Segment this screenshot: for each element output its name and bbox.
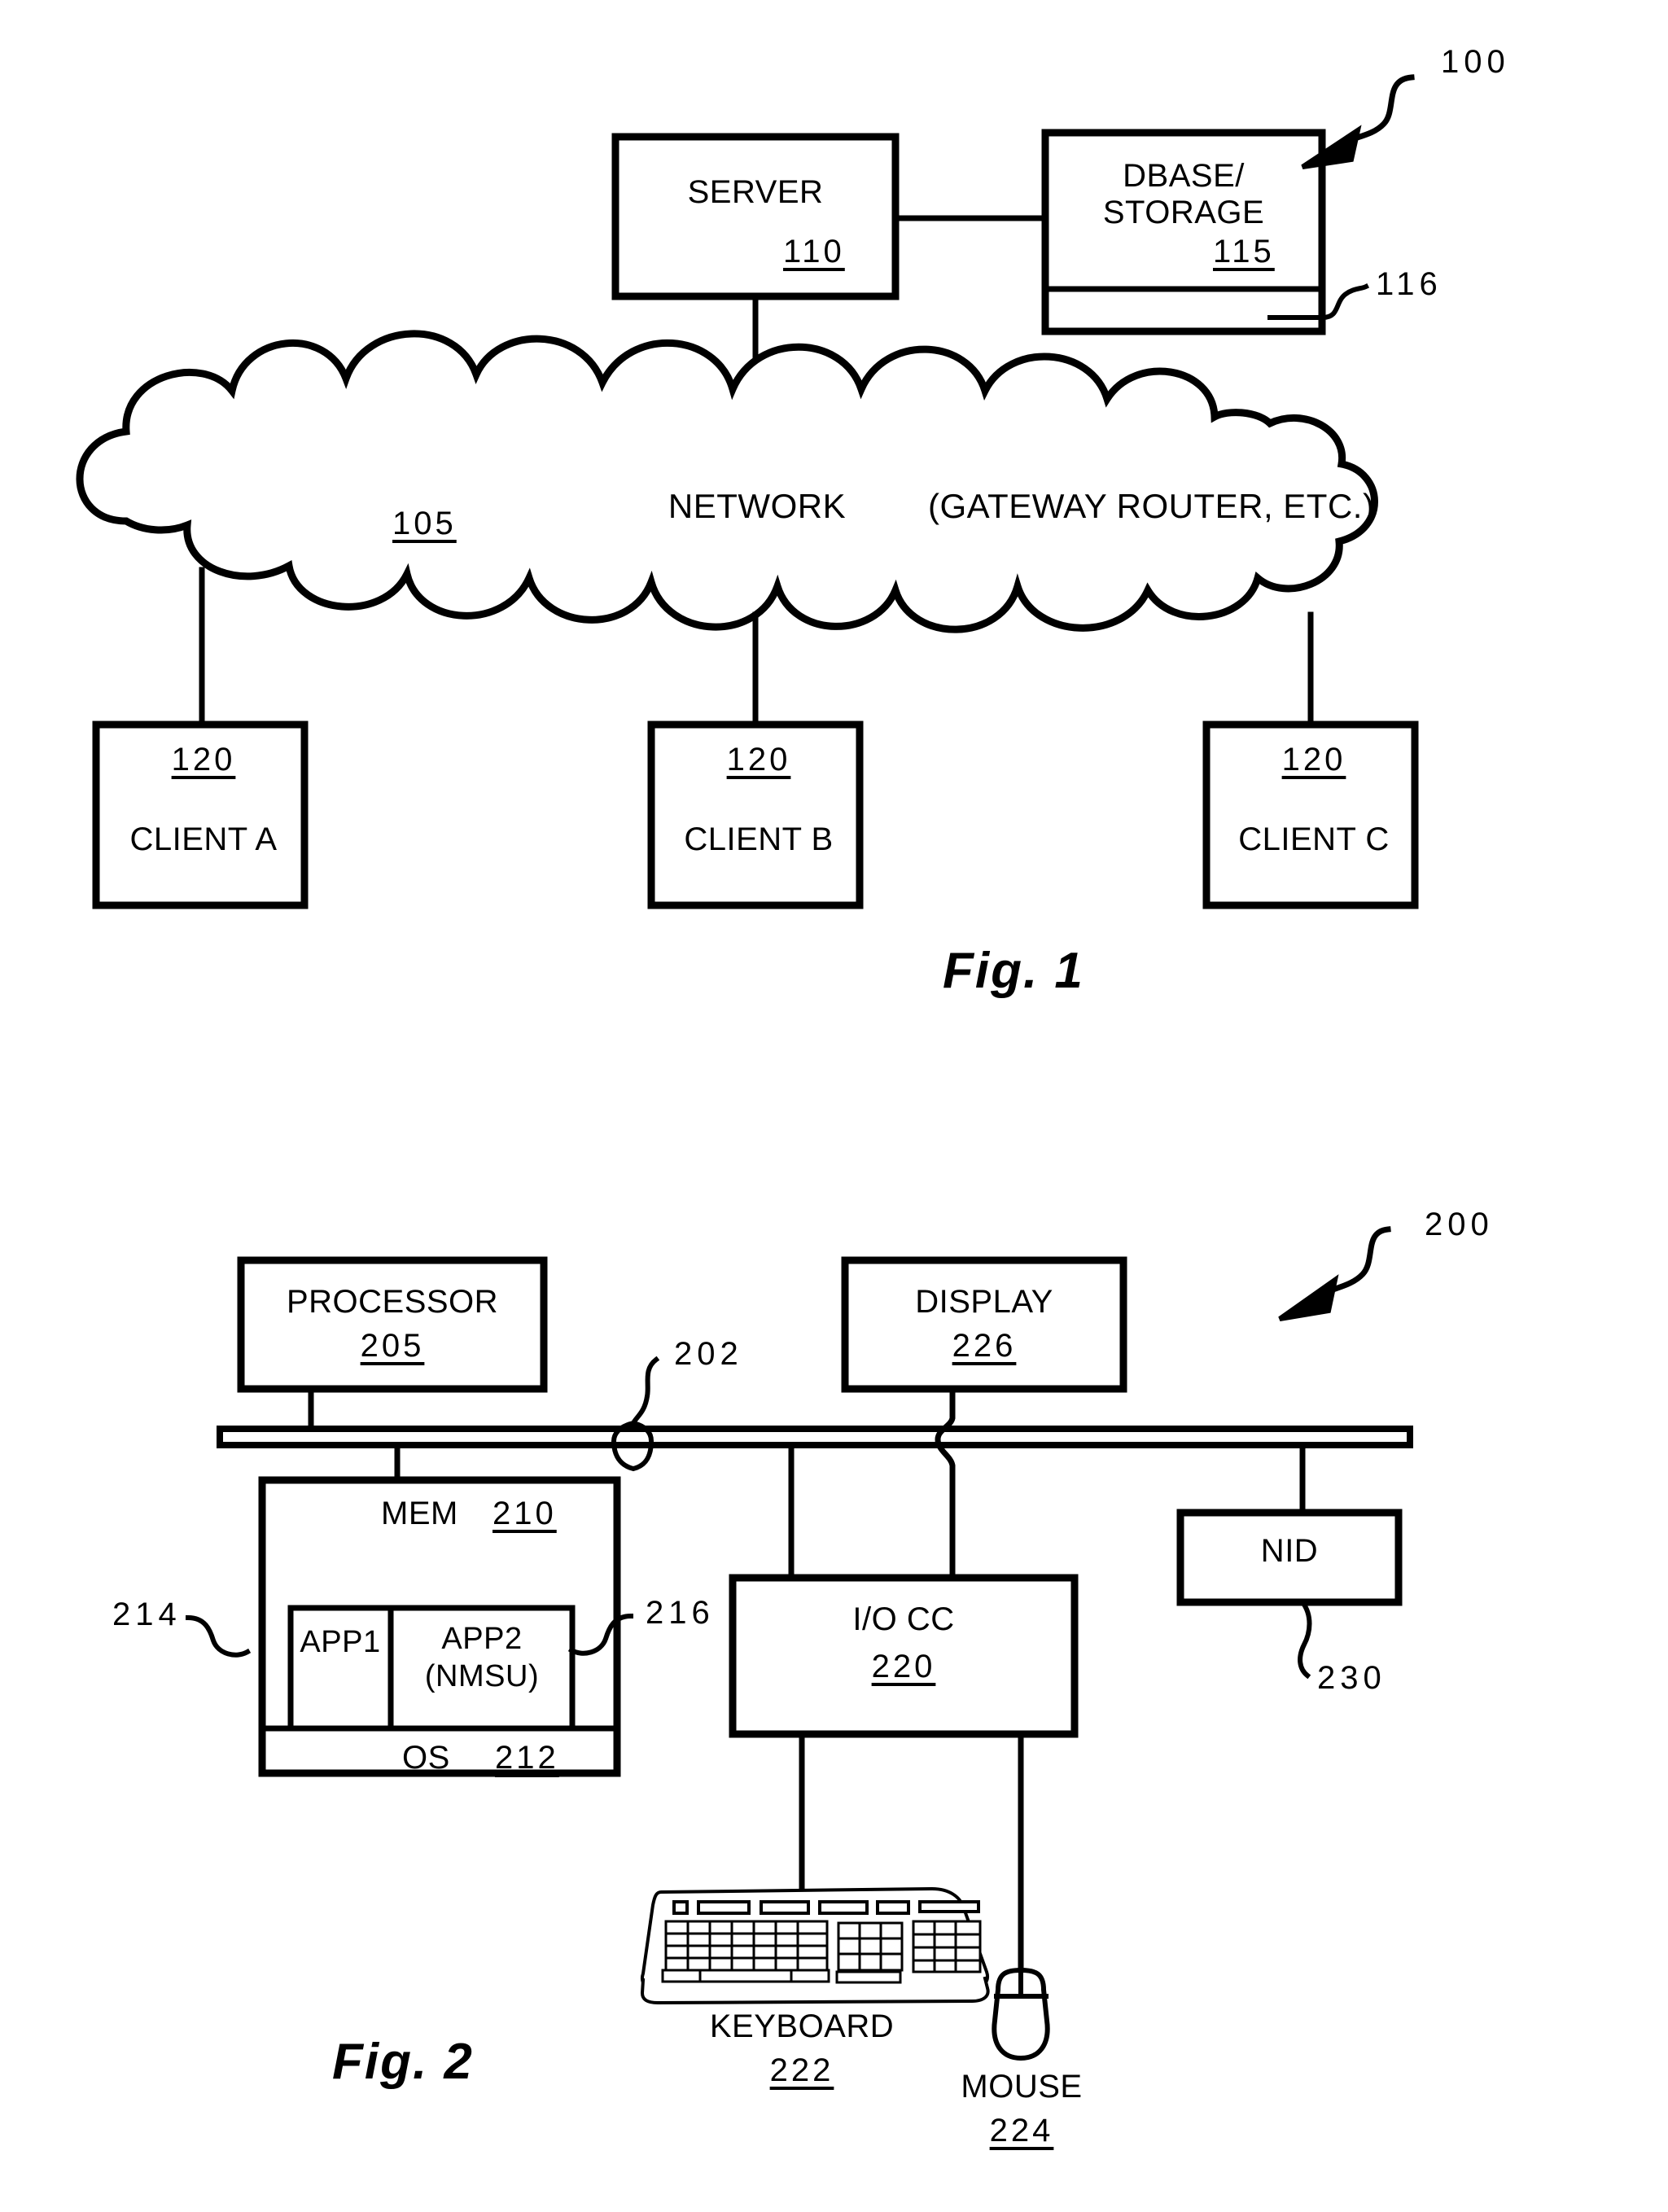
keyboard-ref: 222: [769, 2052, 834, 2088]
processor-ref: 205: [360, 1328, 425, 1364]
bus-ref: 202: [674, 1336, 743, 1372]
figure2-caption: Fig. 2: [332, 2034, 474, 2090]
nid-title: NID: [1260, 1533, 1319, 1569]
client-b-label: CLIENT B: [684, 821, 834, 857]
network-ref: 105: [392, 506, 457, 541]
display-title: DISPLAY: [915, 1284, 1053, 1320]
app1-ref: 214: [112, 1597, 182, 1632]
app2-label-line2: (NMSU): [424, 1659, 540, 1693]
figure1-caption: Fig. 1: [943, 943, 1084, 999]
mouse-title: MOUSE: [961, 2069, 1083, 2105]
nid-ref: 230: [1317, 1660, 1386, 1696]
client-b-ref: 120: [726, 742, 791, 777]
keyboard-title: KEYBOARD: [709, 2008, 895, 2044]
processor-title: PROCESSOR: [286, 1284, 499, 1320]
os-ref: 212: [495, 1740, 559, 1776]
client-a-ref: 120: [171, 742, 236, 777]
keyboard-graphic: [640, 1886, 990, 2005]
iocc-ref: 220: [871, 1649, 936, 1684]
client-c-label: CLIENT C: [1238, 821, 1390, 857]
mouse-graphic: [992, 1967, 1050, 2061]
client-a-label: CLIENT A: [129, 821, 278, 857]
network-note: (GATEWAY ROUTER, ETC.): [928, 487, 1375, 525]
dbase-ref: 115: [1213, 234, 1275, 269]
fig2-system-ref: 200: [1425, 1207, 1494, 1242]
dbase-title-line2: STORAGE: [1102, 195, 1265, 230]
display-ref: 226: [952, 1328, 1017, 1364]
mem-ref: 210: [493, 1496, 557, 1531]
client-c-ref: 120: [1281, 742, 1346, 777]
drawing-canvas: [0, 0, 1668, 2212]
server-title: SERVER: [687, 174, 824, 210]
app2-label-line1: APP2: [441, 1622, 523, 1656]
fig1-system-ref: 100: [1441, 44, 1510, 80]
network-label: NETWORK: [668, 487, 847, 525]
dbase-sub-ref: 116: [1376, 266, 1443, 302]
app1-label: APP1: [300, 1625, 381, 1659]
mem-title: MEM: [381, 1496, 458, 1531]
dbase-title-line1: DBASE/: [1123, 158, 1245, 194]
os-title: OS: [402, 1740, 450, 1776]
iocc-title: I/O CC: [852, 1601, 955, 1637]
patent-drawing-sheet: SERVER 110 100 DBASE/ STORAGE 115 116 NE…: [0, 0, 1668, 2212]
server-ref: 110: [783, 234, 845, 269]
mouse-ref: 224: [989, 2113, 1054, 2148]
app2-ref: 216: [646, 1595, 715, 1631]
